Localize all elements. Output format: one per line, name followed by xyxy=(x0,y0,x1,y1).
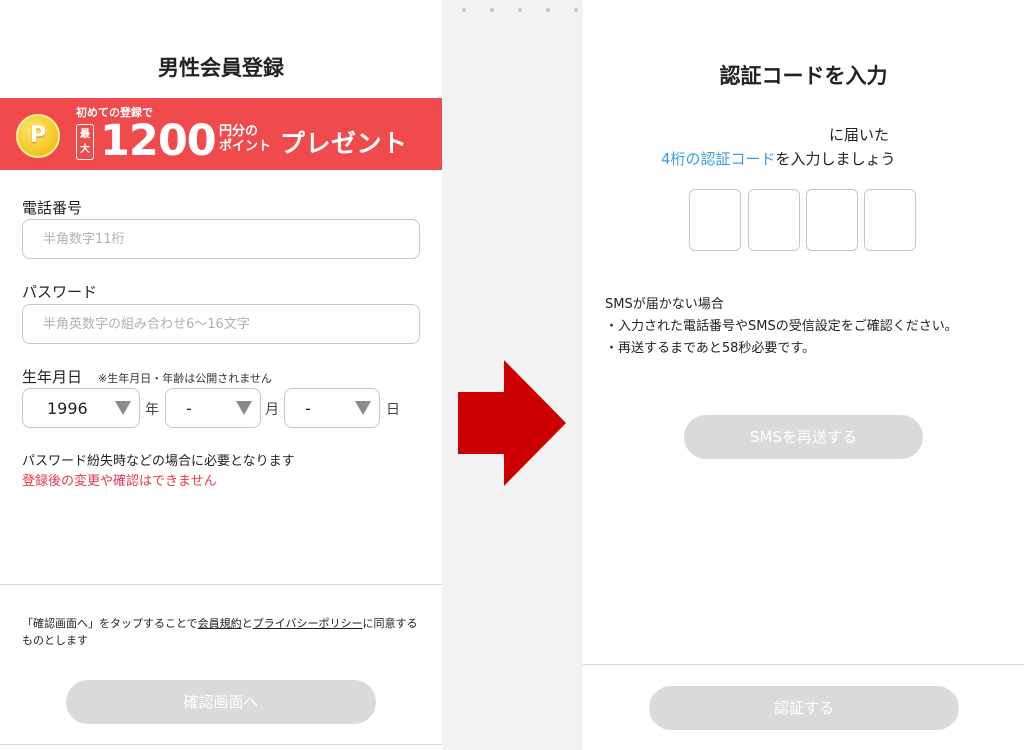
warning-text: 登録後の変更や確認はできません xyxy=(22,474,217,489)
privacy-policy-link[interactable]: プライバシーポリシー xyxy=(253,617,363,630)
divider xyxy=(0,744,442,745)
page-title: 認証コードを入力 xyxy=(719,64,888,88)
day-value: - xyxy=(305,399,311,418)
banner-unit: 円分の ポイント xyxy=(219,124,272,154)
sent-to-text: に届いた xyxy=(829,126,890,144)
code-digit-1[interactable] xyxy=(689,189,741,251)
year-select[interactable]: 1996 xyxy=(22,388,140,428)
birthdate-label: 生年月日 xyxy=(22,368,83,386)
phone-label: 電話番号 xyxy=(22,199,83,217)
terms-link[interactable]: 会員規約 xyxy=(198,617,242,630)
password-input[interactable] xyxy=(22,304,420,344)
page-dot xyxy=(518,8,522,12)
birthdate-privacy-note: ※生年月日・年齢は公開されません xyxy=(98,372,272,385)
phone-input[interactable] xyxy=(22,219,420,259)
registration-screen: 男性会員登録 P 初めての登録で 最大 1200 円分の ポイント プレゼント … xyxy=(0,0,442,750)
sms-help-text: SMSが届かない場合 ・入力された電話番号やSMSの受信設定をご確認ください。 … xyxy=(605,297,958,356)
code-digit-2[interactable] xyxy=(748,189,800,251)
divider xyxy=(0,584,442,585)
password-info-text: パスワード紛失時などの場合に必要となります xyxy=(22,454,295,469)
resend-sms-button[interactable]: SMSを再送する xyxy=(684,415,923,459)
dropdown-triangle-icon xyxy=(115,401,131,415)
verify-button[interactable]: 認証する xyxy=(649,686,959,730)
banner-present-text: プレゼント xyxy=(280,129,408,158)
right-arrow-icon xyxy=(458,360,566,486)
day-select[interactable]: - xyxy=(284,388,380,428)
page-title: 男性会員登録 xyxy=(158,56,284,80)
instruction-text: 4桁の認証コードを入力しましょう xyxy=(661,150,896,168)
verification-screen: 認証コードを入力 に届いた 4桁の認証コードを入力しましょう SMSが届かない場… xyxy=(583,0,1024,750)
banner-amount: 1200 xyxy=(100,116,217,166)
page-dot xyxy=(546,8,550,12)
confirm-screen-button[interactable]: 確認画面へ xyxy=(66,680,376,724)
month-unit: 月 xyxy=(265,402,279,418)
day-unit: 日 xyxy=(386,402,400,418)
divider xyxy=(583,664,1024,665)
code-digit-4[interactable] xyxy=(864,189,916,251)
month-value: - xyxy=(186,399,192,418)
point-coin-icon: P xyxy=(16,114,60,158)
password-label: パスワード xyxy=(22,283,98,301)
banner-max-badge: 最大 xyxy=(76,124,94,160)
code-highlight: 4桁の認証コード xyxy=(661,150,776,168)
page-dot xyxy=(490,8,494,12)
dropdown-triangle-icon xyxy=(236,401,252,415)
year-value: 1996 xyxy=(47,399,88,418)
code-digit-3[interactable] xyxy=(806,189,858,251)
dropdown-triangle-icon xyxy=(355,401,371,415)
terms-text: 「確認画面へ」をタップすることで会員規約とプライバシーポリシーに同意するものとし… xyxy=(22,617,418,647)
page-dot xyxy=(462,8,466,12)
month-select[interactable]: - xyxy=(165,388,261,428)
page-dot xyxy=(574,8,578,12)
year-unit: 年 xyxy=(145,402,159,418)
